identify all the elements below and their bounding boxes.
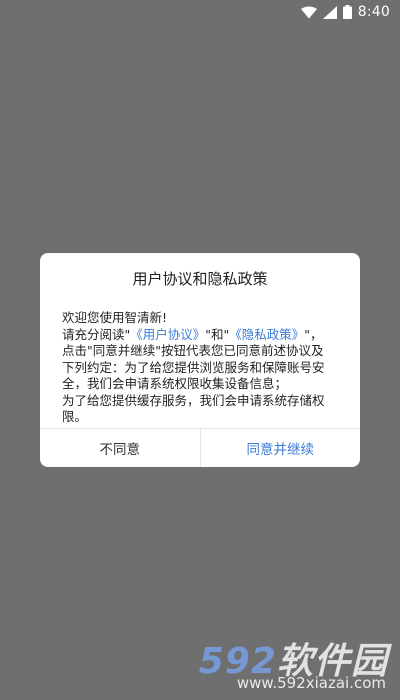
battery-icon: [342, 5, 352, 19]
quote-close: "，: [304, 326, 323, 342]
watermark-url: www.592xiazai.com: [236, 674, 386, 692]
privacy-policy-link[interactable]: 《隐私政策》: [229, 327, 304, 342]
welcome-line: 欢迎您使用智清新!: [62, 310, 168, 325]
user-agreement-link[interactable]: 《用户协议》: [130, 327, 205, 342]
wifi-icon: [300, 6, 317, 19]
consent-line-3: 全，我们会申请系统权限收集设备信息；: [62, 376, 288, 391]
consent-line-1: 点击"同意并继续"按钮代表您已同意前述协议及: [62, 343, 324, 358]
storage-line-1: 为了给您提供缓存服务，我们会申请系统存储权: [62, 392, 325, 408]
consent-line-2: 下列约定：为了给您提供浏览服务和保障账号安: [62, 359, 325, 375]
read-agreements-line: 请充分阅读"《用户协议》"和"《隐私政策》"，: [62, 327, 344, 344]
and-text: "和": [205, 326, 230, 342]
dialog-title: 用户协议和隐私政策: [132, 269, 268, 288]
signal-icon: [322, 5, 337, 19]
agree-continue-button[interactable]: 同意并继续: [201, 429, 361, 467]
status-bar: 8:40: [0, 0, 400, 24]
dialog-body: 欢迎您使用智清新! 请充分阅读"《用户协议》"和"《隐私政策》"， 点击"同意并…: [62, 310, 344, 426]
dialog-footer: 不同意 同意并继续: [40, 428, 360, 467]
status-time: 8:40: [357, 4, 390, 20]
privacy-dialog: 用户协议和隐私政策 欢迎您使用智清新! 请充分阅读"《用户协议》"和"《隐私政策…: [40, 253, 360, 467]
read-prefix: 请充分阅读: [62, 326, 125, 342]
site-watermark: 592软件园 www.592xiazai.com: [188, 632, 388, 692]
disagree-button[interactable]: 不同意: [40, 429, 201, 467]
storage-line-2: 限。: [62, 409, 88, 424]
